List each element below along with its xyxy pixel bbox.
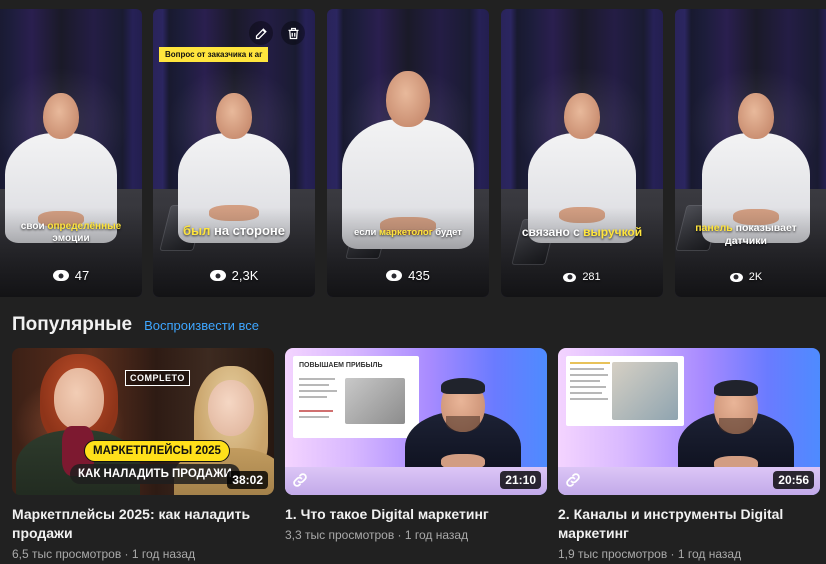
play-all-button[interactable]: Воспроизвести все: [144, 318, 259, 333]
video-duration: 38:02: [227, 471, 268, 489]
link-icon[interactable]: [564, 471, 582, 489]
thumbnail-logo: COMPLETO: [125, 370, 190, 386]
channel-page: свои определённые эмоции 47 Вопрос от за…: [0, 0, 826, 564]
short-views: 47: [0, 268, 142, 283]
short-caption: если маркетолог будет: [354, 227, 462, 238]
short-card[interactable]: связано с выручкой 281: [501, 9, 663, 297]
video-duration: 20:56: [773, 471, 814, 489]
short-views: 2K: [675, 271, 826, 283]
eye-icon: [209, 270, 226, 281]
presentation-slide: ПОВЫШАЕМ ПРИБЫЛЬ: [293, 356, 419, 438]
video-thumbnail[interactable]: 20:56: [558, 348, 820, 495]
video-title[interactable]: Маркетплейсы 2025: как наладить продажи: [12, 505, 274, 543]
video-thumbnail[interactable]: COMPLETO МАРКЕТПЛЕЙСЫ 2025 КАК НАЛАДИТЬ …: [12, 348, 274, 495]
short-card[interactable]: свои определённые эмоции 47: [0, 9, 142, 297]
video-card[interactable]: COMPLETO МАРКЕТПЛЕЙСЫ 2025 КАК НАЛАДИТЬ …: [12, 348, 274, 561]
edit-button[interactable]: [249, 21, 273, 45]
presentation-slide: [566, 356, 684, 426]
eye-icon: [52, 270, 69, 281]
short-card[interactable]: Вопрос от заказчика к аг был на стороне: [153, 9, 315, 297]
video-meta: 6,5 тыс просмотров · 1 год назад: [12, 547, 196, 561]
short-card[interactable]: если маркетолог будет 435: [327, 9, 489, 297]
thumbnail-headline: МАРКЕТПЛЕЙСЫ 2025: [84, 440, 230, 462]
short-views: 435: [327, 268, 489, 283]
short-badge: Вопрос от заказчика к аг: [159, 47, 269, 62]
video-meta: 1,9 тыс просмотров · 1 год назад: [558, 547, 742, 561]
short-caption: свои определённые эмоции: [20, 221, 122, 244]
short-actions: [249, 21, 305, 45]
short-caption: был на стороне: [182, 223, 286, 238]
eye-icon: [563, 272, 577, 282]
video-meta: 3,3 тыс просмотров · 1 год назад: [285, 528, 469, 542]
eye-icon: [729, 272, 743, 282]
delete-button[interactable]: [281, 21, 305, 45]
short-card[interactable]: панель показывает датчики 2K: [675, 9, 826, 297]
short-caption: связано с выручкой: [521, 225, 643, 239]
video-title[interactable]: 2. Каналы и инструменты Digital маркетин…: [558, 505, 820, 543]
video-title[interactable]: 1. Что такое Digital маркетинг: [285, 505, 547, 524]
video-duration: 21:10: [500, 471, 541, 489]
eye-icon: [386, 270, 403, 281]
thumbnail-subheadline: КАК НАЛАДИТЬ ПРОДАЖИ: [70, 464, 240, 484]
short-views: 281: [501, 271, 663, 283]
popular-section-header: Популярные Воспроизвести все: [12, 314, 259, 336]
short-caption: панель показывает датчики: [695, 222, 797, 247]
shorts-row: свои определённые эмоции 47 Вопрос от за…: [0, 9, 826, 297]
video-card[interactable]: 20:56 2. Каналы и инструменты Digital ма…: [558, 348, 820, 561]
video-thumbnail[interactable]: ПОВЫШАЕМ ПРИБЫЛЬ 21:10: [285, 348, 547, 495]
pencil-icon: [255, 27, 267, 39]
link-icon[interactable]: [291, 471, 309, 489]
section-title: Популярные: [12, 314, 133, 335]
video-card[interactable]: ПОВЫШАЕМ ПРИБЫЛЬ 21:10 1. Что такое Digi…: [285, 348, 547, 542]
short-views: 2,3K: [153, 268, 315, 283]
trash-icon: [288, 27, 298, 39]
